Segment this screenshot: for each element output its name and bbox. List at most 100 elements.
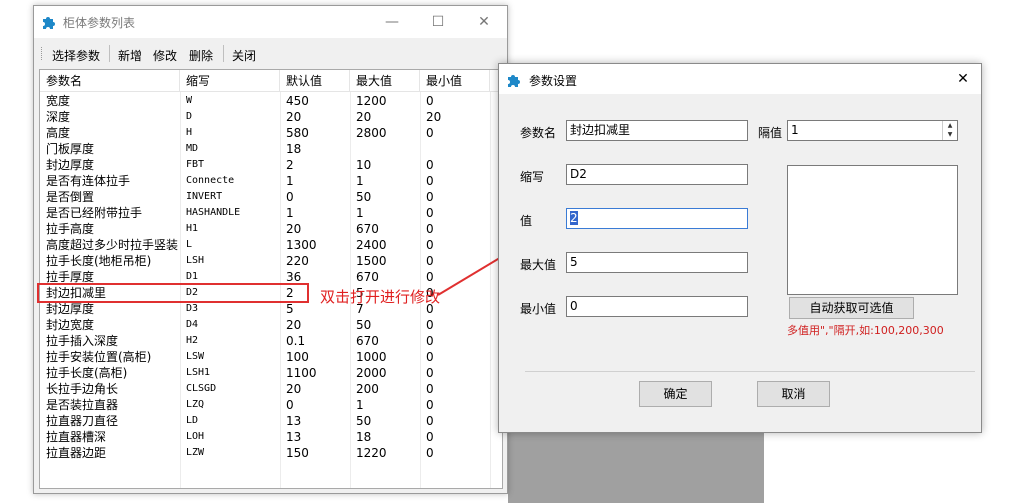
interval-value: 1 — [791, 123, 799, 137]
cell-max: 1500 — [356, 254, 387, 268]
cell-abbr: LSH — [186, 255, 205, 266]
cell-abbr: L — [186, 239, 193, 250]
cell-max: 1000 — [356, 350, 387, 364]
table-row[interactable]: 是否装拉直器 LZQ 0 1 0 — [40, 397, 502, 413]
cell-max: 20 — [356, 110, 372, 124]
spin-down-icon[interactable]: ▼ — [943, 130, 957, 139]
toolbar-separator — [109, 45, 110, 62]
cell-default: 100 — [286, 350, 309, 364]
cell-default: 1300 — [286, 238, 317, 252]
cell-min: 0 — [426, 174, 434, 188]
separator-line — [525, 371, 975, 372]
value-selected-text: 2 — [570, 211, 578, 225]
column-header-name[interactable]: 参数名 — [40, 70, 180, 92]
dialog-close-button[interactable]: ✕ — [943, 63, 983, 95]
table-row[interactable]: 是否倒置 INVERT 0 50 0 — [40, 189, 502, 205]
cell-abbr: H — [186, 127, 193, 138]
param-list-window: 柜体参数列表 — ☐ ✕ 选择参数 新增 修改 删除 关闭 参数名 缩写 默认值… — [33, 5, 508, 494]
toolbar-grip[interactable] — [41, 47, 43, 60]
table-row[interactable]: 高度 H 580 2800 0 — [40, 125, 502, 141]
table-row[interactable]: 拉手长度(高柜) LSH1 1100 2000 0 — [40, 365, 502, 381]
cell-min: 0 — [426, 446, 434, 460]
cell-abbr: FBT — [186, 159, 205, 170]
cancel-button[interactable]: 取消 — [757, 381, 830, 407]
table-row[interactable]: 拉直器边距 LZW 150 1220 0 — [40, 445, 502, 461]
table-row[interactable]: 封边厚度 FBT 2 10 0 — [40, 157, 502, 173]
table-row[interactable]: 高度超过多少时拉手竖装 L 1300 2400 0 — [40, 237, 502, 253]
table-row[interactable]: 深度 D 20 20 20 — [40, 109, 502, 125]
table-row[interactable]: 拉手安装位置(高柜) LSW 100 1000 0 — [40, 349, 502, 365]
abbr-field[interactable]: D2 — [566, 164, 748, 185]
cell-min: 0 — [426, 318, 434, 332]
table-row[interactable]: 宽度 W 450 1200 0 — [40, 93, 502, 109]
table-row[interactable]: 拉直器刀直径 LD 13 50 0 — [40, 413, 502, 429]
cell-abbr: W — [186, 95, 193, 106]
delete-button[interactable]: 删除 — [189, 47, 213, 64]
cell-name: 拉直器槽深 — [46, 430, 107, 444]
table-row[interactable]: 拉直器槽深 LOH 13 18 0 — [40, 429, 502, 445]
cell-max: 1220 — [356, 446, 387, 460]
cell-default: 1 — [286, 206, 294, 220]
param-settings-dialog: 参数设置 ✕ 参数名 封边扣减里 隔值 1 ▲ ▼ 缩写 D2 值 2 最大值 … — [498, 63, 982, 433]
interval-spinner[interactable]: 1 ▲ ▼ — [787, 120, 958, 141]
cell-max: 2400 — [356, 238, 387, 252]
cell-name: 封边厚度 — [46, 158, 95, 172]
close-button[interactable]: ✕ — [461, 6, 507, 38]
column-header-min[interactable]: 最小值 — [420, 70, 490, 92]
cell-name: 宽度 — [46, 94, 71, 108]
cell-default: 1100 — [286, 366, 317, 380]
spin-up-icon[interactable]: ▲ — [943, 121, 957, 130]
table-row[interactable]: 拉手插入深度 H2 0.1 670 0 — [40, 333, 502, 349]
column-header-max[interactable]: 最大值 — [350, 70, 420, 92]
cell-max: 1200 — [356, 94, 387, 108]
cell-default: 1 — [286, 174, 294, 188]
table-row[interactable]: 拉手高度 H1 20 670 0 — [40, 221, 502, 237]
options-listbox[interactable] — [787, 165, 958, 295]
cell-max: 670 — [356, 270, 379, 284]
cell-abbr: LZQ — [186, 399, 205, 410]
min-field[interactable]: 0 — [566, 296, 748, 317]
table-row[interactable]: 拉手长度(地柜吊柜) LSH 220 1500 0 — [40, 253, 502, 269]
table-row[interactable]: 是否有连体拉手 Connecte 1 1 0 — [40, 173, 502, 189]
desktop-background-right — [980, 95, 1012, 503]
column-header-abbr[interactable]: 缩写 — [180, 70, 280, 92]
cell-min: 20 — [426, 110, 442, 124]
add-button[interactable]: 新增 — [118, 47, 142, 64]
cell-default: 0.1 — [286, 334, 306, 348]
cell-min: 0 — [426, 94, 434, 108]
cell-min: 0 — [426, 126, 434, 140]
cell-default: 0 — [286, 190, 294, 204]
close-window-button[interactable]: 关闭 — [232, 47, 256, 64]
param-name-label: 参数名 — [520, 126, 557, 140]
column-header-default[interactable]: 默认值 — [280, 70, 350, 92]
cell-max: 1 — [356, 174, 364, 188]
select-param-button[interactable]: 选择参数 — [52, 47, 100, 64]
table-row[interactable]: 封边宽度 D4 20 50 0 — [40, 317, 502, 333]
spinner-arrows[interactable]: ▲ ▼ — [942, 121, 957, 140]
cell-abbr: INVERT — [186, 191, 223, 202]
table-row[interactable]: 是否已经附带拉手 HASHANDLE 1 1 0 — [40, 205, 502, 221]
edit-button[interactable]: 修改 — [153, 47, 177, 64]
cell-default: 150 — [286, 446, 309, 460]
value-field[interactable]: 2 — [566, 208, 748, 229]
param-name-field[interactable]: 封边扣减里 — [566, 120, 748, 141]
max-field[interactable]: 5 — [566, 252, 748, 273]
cell-abbr: LSW — [186, 351, 205, 362]
param-list[interactable]: 参数名 缩写 默认值 最大值 最小值 宽度 W 450 1200 0 深度 D 20 20 20 高… — [39, 69, 503, 489]
cell-default: 20 — [286, 382, 302, 396]
cell-default: 220 — [286, 254, 309, 268]
auto-fetch-button[interactable]: 自动获取可选值 — [789, 297, 914, 319]
ok-button[interactable]: 确定 — [639, 381, 712, 407]
cell-name: 是否装拉直器 — [46, 398, 119, 412]
multi-value-hint: 多值用","隔开,如:100,200,300 — [787, 324, 944, 337]
title-bar[interactable]: 柜体参数列表 — ☐ ✕ — [34, 6, 507, 38]
maximize-button[interactable]: ☐ — [415, 6, 461, 38]
cell-name: 长拉手边角长 — [46, 382, 119, 396]
cell-name: 门板厚度 — [46, 142, 95, 156]
minimize-button[interactable]: — — [369, 6, 415, 38]
cell-name: 拉直器边距 — [46, 446, 107, 460]
dialog-title-bar[interactable]: 参数设置 ✕ — [499, 64, 981, 94]
table-row[interactable]: 长拉手边角长 CLSGD 20 200 0 — [40, 381, 502, 397]
cell-default: 2 — [286, 158, 294, 172]
table-row[interactable]: 门板厚度 MD 18 — [40, 141, 502, 157]
